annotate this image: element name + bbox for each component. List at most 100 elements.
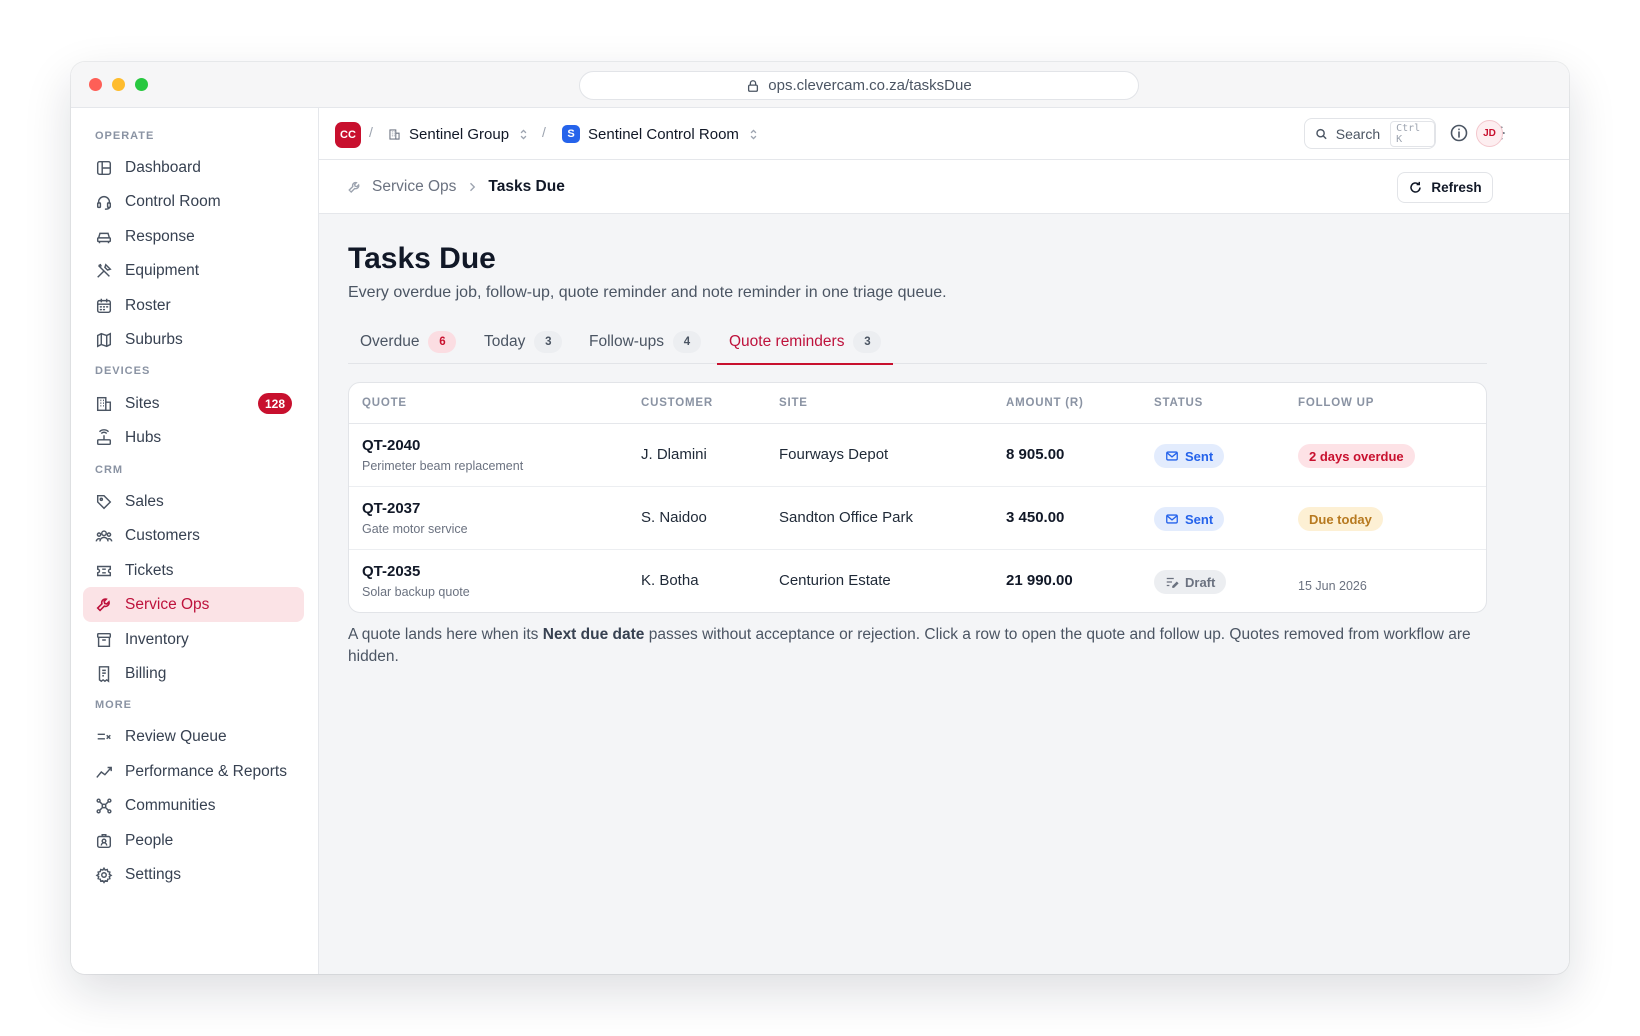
status-label: Sent (1185, 511, 1214, 527)
customer-name: S. Naidoo (641, 509, 707, 526)
group-switcher[interactable]: Sentinel Group (388, 121, 530, 147)
network-icon (96, 797, 112, 814)
help-note-emphasis: Next due date (542, 626, 645, 643)
org-logo[interactable]: CC (335, 122, 361, 148)
column-header-quote[interactable]: QUOTE (362, 397, 407, 409)
close-window-button[interactable] (89, 78, 102, 91)
minimize-window-button[interactable] (112, 78, 125, 91)
site-name: Sandton Office Park (779, 509, 913, 526)
chart-line-icon (96, 766, 112, 778)
sidebar-item-label: Response (125, 227, 195, 245)
user-avatar[interactable]: JD (1476, 120, 1503, 147)
address-bar[interactable]: ops.clevercam.co.za/tasksDue (579, 71, 1139, 100)
sidebar-item-review-queue[interactable]: Review Queue (83, 719, 304, 754)
column-header-customer[interactable]: CUSTOMER (641, 397, 713, 409)
room-logo: S (562, 125, 580, 143)
status-badge: Sent (1154, 507, 1225, 531)
site-name: Fourways Depot (779, 446, 889, 463)
sidebar-item-service-ops[interactable]: Service Ops (83, 587, 304, 622)
sidebar-item-inventory[interactable]: Inventory (83, 622, 304, 657)
column-header-site[interactable]: SITE (779, 397, 808, 409)
quote-id: QT-2040 (362, 437, 421, 454)
amount-value: 3 450.00 (1006, 509, 1065, 526)
follow-up-date: 15 Jun 2026 (1298, 579, 1367, 593)
sidebar-item-label: Roster (125, 296, 171, 314)
amount-value: 21 990.00 (1006, 572, 1073, 589)
follow-up-badge: 2 days overdue (1298, 444, 1415, 468)
breadcrumb-current: Tasks Due (488, 178, 565, 195)
sidebar-item-label: Service Ops (125, 595, 210, 613)
browser-titlebar: ops.clevercam.co.za/tasksDue (71, 62, 1569, 108)
breadcrumb-parent[interactable]: Service Ops (372, 178, 456, 196)
amount-value: 8 905.00 (1006, 446, 1065, 463)
sidebar-item-label: Inventory (125, 630, 189, 648)
sidebar-item-tickets[interactable]: Tickets (83, 553, 304, 588)
users-icon (95, 529, 113, 542)
sidebar-item-customers[interactable]: Customers (83, 518, 304, 553)
sidebar-item-communities[interactable]: Communities (83, 788, 304, 823)
sidebar-item-settings[interactable]: Settings (83, 857, 304, 892)
building-icon (389, 128, 400, 140)
tab-overdue[interactable]: Overdue 6 (348, 320, 468, 364)
sidebar-item-billing[interactable]: Billing (83, 656, 304, 691)
tab-today[interactable]: Today 3 (472, 320, 574, 364)
archive-icon (96, 632, 112, 647)
tab-follow-ups[interactable]: Follow-ups 4 (577, 320, 713, 364)
column-header-status[interactable]: STATUS (1154, 397, 1203, 409)
help-note-text: A quote lands here when its (348, 626, 543, 643)
sidebar-item-label: Performance & Reports (125, 762, 287, 780)
tab-label: Quote reminders (729, 333, 845, 350)
calendar-icon (96, 298, 112, 313)
tab-quote-reminders[interactable]: Quote reminders 3 (717, 320, 894, 365)
search-button[interactable]: Search Ctrl K (1304, 118, 1436, 149)
sidebar-item-label: Dashboard (125, 158, 201, 176)
quote-description: Perimeter beam replacement (362, 459, 524, 473)
sidebar-item-equipment[interactable]: Equipment (83, 253, 304, 288)
help-note: A quote lands here when its Next due dat… (348, 624, 1478, 668)
search-shortcut: Ctrl K (1390, 120, 1435, 147)
table-row[interactable]: QT-2040 Perimeter beam replacement J. Dl… (349, 424, 1486, 487)
quote-description: Gate motor service (362, 522, 468, 536)
column-header-follow-up[interactable]: FOLLOW UP (1298, 397, 1374, 409)
id-badge-icon (96, 833, 112, 848)
sidebar: OPERATE Dashboard Control Room Response … (71, 108, 319, 974)
tab-bar: Overdue 6 Today 3 Follow-ups 4 Quote rem… (348, 320, 1487, 365)
sidebar-item-performance-reports[interactable]: Performance & Reports (83, 754, 304, 789)
column-header-amount[interactable]: AMOUNT (R) (1006, 397, 1084, 409)
table-row[interactable]: QT-2035 Solar backup quote K. Botha Cent… (349, 550, 1486, 612)
sidebar-item-sales[interactable]: Sales (83, 484, 304, 519)
layout-icon (96, 160, 112, 175)
sidebar-item-people[interactable]: People (83, 823, 304, 858)
sidebar-item-response[interactable]: Response (83, 219, 304, 254)
room-switcher[interactable]: S Sentinel Control Room (562, 121, 760, 147)
browser-window: ops.clevercam.co.za/tasksDue OPERATE Das… (71, 62, 1569, 974)
sidebar-item-label: Customers (125, 526, 200, 544)
table-header: QUOTE CUSTOMER SITE AMOUNT (R) STATUS FO… (349, 383, 1486, 424)
draft-icon (1166, 577, 1179, 588)
sidebar-item-hubs[interactable]: Hubs (83, 420, 304, 455)
section-label-crm: CRM (95, 464, 124, 476)
chevron-up-down-icon (520, 129, 527, 139)
ticket-icon (96, 565, 112, 576)
mail-icon (1166, 514, 1178, 524)
sidebar-item-roster[interactable]: Roster (83, 288, 304, 323)
refresh-button[interactable]: Refresh (1397, 172, 1493, 203)
sidebar-item-label: Billing (125, 664, 167, 682)
tools-icon (97, 262, 112, 278)
tab-label: Today (484, 333, 526, 350)
status-badge: Draft (1154, 570, 1227, 594)
mail-icon (1166, 451, 1178, 461)
wrench-icon (348, 181, 360, 193)
tab-count-badge: 3 (853, 331, 882, 353)
sidebar-item-label: Sites (125, 394, 160, 412)
info-icon[interactable] (1449, 123, 1469, 143)
sidebar-item-sites[interactable]: Sites 128 (83, 386, 304, 421)
refresh-icon (1410, 181, 1422, 193)
maximize-window-button[interactable] (135, 78, 148, 91)
table-row[interactable]: QT-2037 Gate motor service S. Naidoo San… (349, 487, 1486, 550)
sidebar-item-suburbs[interactable]: Suburbs (83, 322, 304, 357)
sidebar-item-label: Tickets (125, 561, 174, 579)
sidebar-item-control-room[interactable]: Control Room (83, 184, 304, 219)
sidebar-item-dashboard[interactable]: Dashboard (83, 150, 304, 185)
breadcrumb: Service Ops Tasks Due (347, 178, 565, 196)
